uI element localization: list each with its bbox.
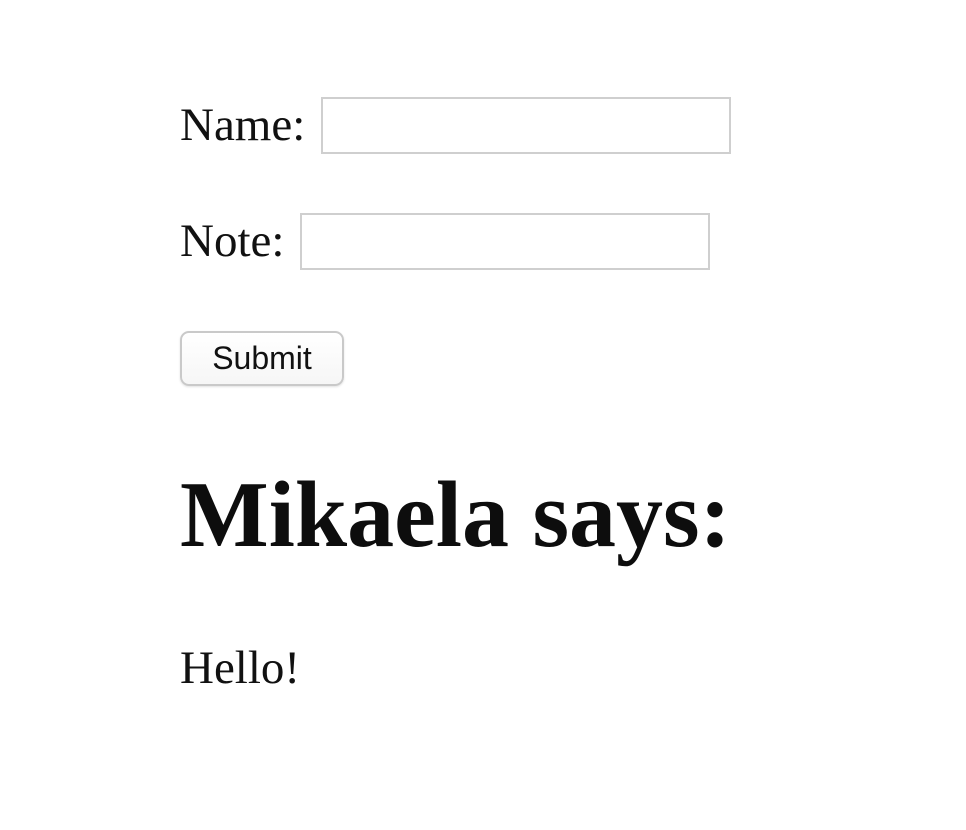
note-label: Note: [180, 215, 285, 267]
note-message: Hello! [180, 642, 301, 694]
page-title: Mikaela says: [180, 463, 731, 567]
name-label: Name: [180, 99, 306, 151]
note-row: Note: [180, 213, 711, 270]
page: Name: Note: Submit Mikaela says: Hello! [180, 0, 966, 830]
name-row: Name: [180, 97, 732, 154]
name-input[interactable] [321, 97, 732, 154]
submit-button[interactable]: Submit [180, 331, 344, 386]
note-input[interactable] [300, 213, 711, 270]
